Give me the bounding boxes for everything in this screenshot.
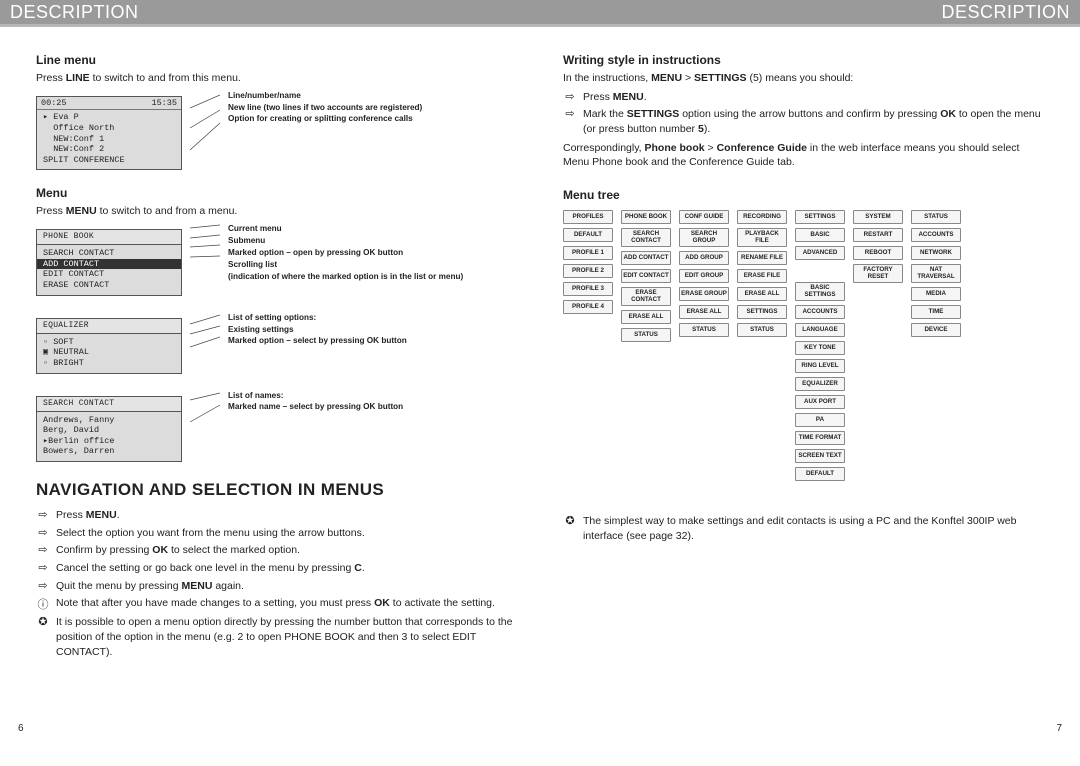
tree-item: NAT TRAVERSAL <box>911 264 961 283</box>
tree-item: SEARCH CONTACT <box>621 228 671 247</box>
lcd-line: 00:25 15:35 ▸ Eva P Office North NEW:Con… <box>36 96 182 171</box>
page-num-right: 7 <box>1056 723 1062 734</box>
tree-item: ERASE GROUP <box>679 287 729 301</box>
tree-item: PROFILE 1 <box>563 246 613 260</box>
writing-b2: Mark the SETTINGS option using the arrow… <box>583 107 1044 136</box>
tree-header: STATUS <box>911 210 961 224</box>
tree-item: RESTART <box>853 228 903 242</box>
tree-item: PROFILE 3 <box>563 282 613 296</box>
tree-header: SYSTEM <box>853 210 903 224</box>
tree-item: TIME <box>911 305 961 319</box>
header: DESCRIPTION DESCRIPTION <box>0 0 1080 27</box>
tree-item: NETWORK <box>911 246 961 260</box>
tip-text: The simplest way to make settings and ed… <box>583 514 1044 543</box>
tree-item: REBOOT <box>853 246 903 260</box>
lcd-equalizer: EQUALIZER ▫ SOFT▣ NEUTRAL▫ BRIGHT <box>36 318 182 374</box>
tree-item: PLAYBACK FILE <box>737 228 787 247</box>
tree-item: BASIC <box>795 228 845 242</box>
title-left: DESCRIPTION <box>10 2 139 23</box>
menu-text: Press MENU to switch to and from a menu. <box>36 204 517 219</box>
page-left: Line menu Press LINE to switch to and fr… <box>18 39 535 734</box>
writing-b1: Press MENU. <box>583 90 1044 105</box>
tree-item: FACTORY RESET <box>853 264 903 283</box>
tree-header: RECORDING <box>737 210 787 224</box>
tree-item: DEVICE <box>911 323 961 337</box>
writing-title: Writing style in instructions <box>563 53 1044 67</box>
page-right: Writing style in instructions In the ins… <box>545 39 1062 734</box>
tree-item: SEARCH GROUP <box>679 228 729 247</box>
tree-header: SETTINGS <box>795 210 845 224</box>
tree-header: PHONE BOOK <box>621 210 671 224</box>
writing-corr: Correspondingly, Phone book > Conference… <box>563 141 1044 170</box>
page-num-left: 6 <box>18 723 24 734</box>
tree-item: ERASE CONTACT <box>621 287 671 306</box>
tree-item: SETTINGS <box>737 305 787 319</box>
tree-item: EDIT CONTACT <box>621 269 671 283</box>
tree-item: ERASE ALL <box>679 305 729 319</box>
tree-item: STATUS <box>621 328 671 342</box>
tree-item: ERASE ALL <box>621 310 671 324</box>
writing-intro: In the instructions, MENU > SETTINGS (5)… <box>563 71 1044 86</box>
tree-item: RENAME FILE <box>737 251 787 265</box>
line-menu-text: Press LINE to switch to and from this me… <box>36 71 517 86</box>
tree-item: ERASE FILE <box>737 269 787 283</box>
tree-item: DEFAULT <box>563 228 613 242</box>
tree-header: CONF GUIDE <box>679 210 729 224</box>
tree-item: ACCOUNTS <box>911 228 961 242</box>
tree-item: ADVANCED <box>795 246 845 260</box>
tree-item: PROFILE 2 <box>563 264 613 278</box>
tree-item: ADD CONTACT <box>621 251 671 265</box>
menutree-title: Menu tree <box>563 188 1044 202</box>
nav-title: NAVIGATION AND SELECTION IN MENUS <box>36 480 517 500</box>
tree-item: STATUS <box>737 323 787 337</box>
tree-item: MEDIA <box>911 287 961 301</box>
line-menu-title: Line menu <box>36 53 517 67</box>
tree-header: PROFILES <box>563 210 613 224</box>
tree-item: EDIT GROUP <box>679 269 729 283</box>
lcd-search: SEARCH CONTACT Andrews, FannyBerg, David… <box>36 396 182 463</box>
menu-title: Menu <box>36 186 517 200</box>
tree-item: STATUS <box>679 323 729 337</box>
tree-item: ERASE ALL <box>737 287 787 301</box>
tree-item: ADD GROUP <box>679 251 729 265</box>
title-right: DESCRIPTION <box>941 2 1070 23</box>
tree-item: PROFILE 4 <box>563 300 613 314</box>
lcd-phonebook: PHONE BOOK SEARCH CONTACTADD CONTACTEDIT… <box>36 229 182 296</box>
